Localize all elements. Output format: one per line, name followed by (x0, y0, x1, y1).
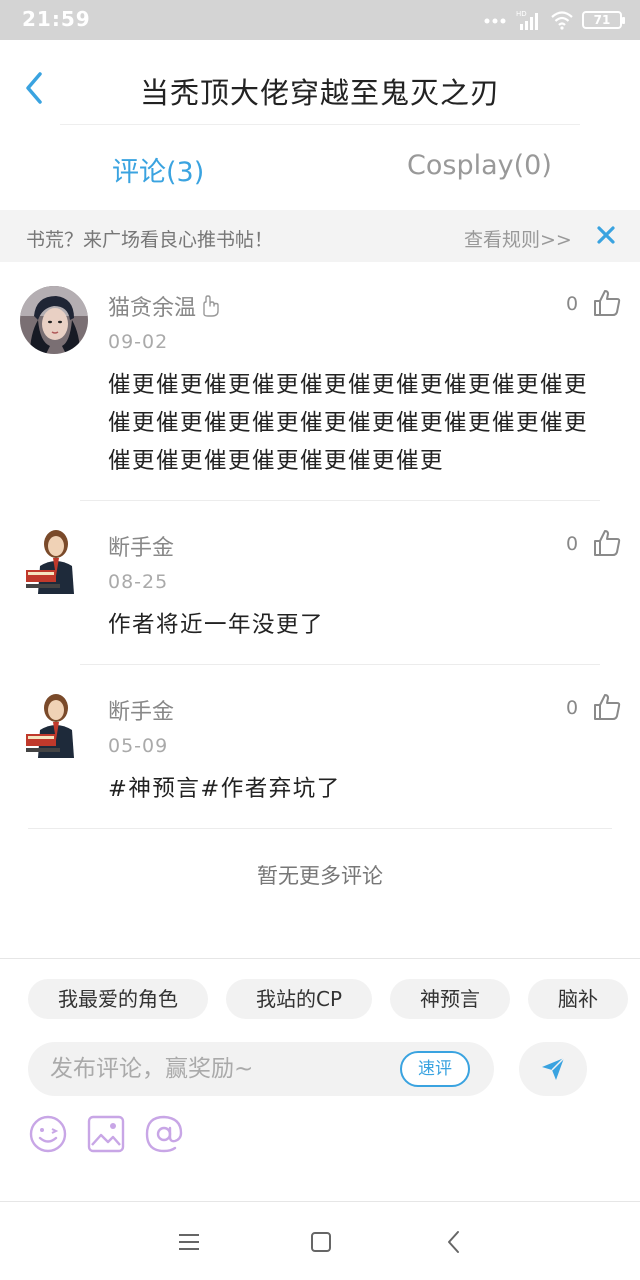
view-rules-link[interactable]: 查看规则>> (464, 225, 572, 252)
comment-text: 作者将近一年没更了 (108, 612, 325, 638)
send-icon (542, 1057, 565, 1080)
dots-icon (484, 18, 506, 24)
thumbs-up-icon (594, 290, 621, 316)
image-button[interactable] (86, 1114, 126, 1154)
menu-nav-button[interactable] (174, 1227, 204, 1257)
composer-tools (28, 1114, 184, 1154)
like-button[interactable] (592, 528, 622, 558)
comment-username[interactable]: 断手金 (108, 530, 174, 562)
emoji-button[interactable] (28, 1114, 68, 1154)
topic-tag[interactable]: 我站的CP (226, 979, 373, 1019)
comment-text: 催更催更催更催更催更催更催更催更催更催更催更催更催更催更催更催更催更催更催更催更… (108, 372, 589, 474)
tab-comments[interactable]: 评论(3) (112, 150, 204, 189)
status-time: 21:59 (22, 7, 91, 31)
back-arrow-icon (448, 1231, 459, 1253)
comment-username[interactable]: 猫贪余温 (108, 290, 222, 322)
tab-cosplay[interactable]: Cosplay(0) (407, 150, 552, 181)
page-title: 当秃顶大佬穿越至鬼灭之刃 (139, 76, 500, 110)
system-nav-bar (0, 1202, 640, 1280)
avatar-image (20, 286, 88, 354)
mention-button[interactable] (144, 1114, 184, 1154)
avatar-image (20, 690, 86, 758)
banner-close-button[interactable] (593, 222, 619, 248)
status-icons: HD 71 (484, 8, 625, 32)
emoji-icon (29, 1115, 67, 1153)
topic-tag[interactable]: 我最爱的角色 (28, 979, 208, 1019)
quick-review-button[interactable]: 速评 (400, 1051, 470, 1087)
wifi-icon (551, 11, 573, 30)
comment-input[interactable] (28, 1042, 398, 1096)
topic-tag[interactable]: 神预言 (390, 979, 511, 1019)
thumbs-up-icon (594, 694, 621, 720)
like-button[interactable] (592, 288, 622, 318)
status-bar: 21:59 HD 71 (0, 0, 640, 40)
promo-banner: 书荒？来广场看良心推书帖！ 查看规则>> (0, 210, 640, 262)
thumbs-up-icon (594, 530, 621, 556)
comment-divider (28, 828, 612, 829)
comment-date: 08-25 (108, 571, 169, 593)
avatar[interactable] (20, 286, 88, 354)
comment-text: #神预言#作者弃坑了 (108, 776, 341, 802)
comment-date: 05-09 (108, 735, 169, 757)
avatar[interactable] (20, 690, 86, 758)
comment-input-wrap: 速评 (28, 1042, 494, 1096)
home-square-icon (311, 1232, 331, 1252)
tab-bar: 评论(3) Cosplay(0) (0, 128, 640, 210)
menu-icon (179, 1234, 199, 1250)
topic-tag[interactable]: 脑补 (528, 979, 629, 1019)
avatar-image (20, 526, 86, 594)
like-count: 0 (566, 533, 579, 555)
hand-gesture-icon (203, 295, 219, 317)
comment-date: 09-02 (108, 331, 169, 353)
network-label: HD (516, 10, 527, 18)
like-button[interactable] (592, 692, 622, 722)
home-nav-button[interactable] (306, 1227, 336, 1257)
close-icon (597, 226, 615, 244)
topic-tags: 我最爱的角色 我站的CP 神预言 脑补 (28, 979, 629, 1019)
comment-divider (80, 500, 600, 501)
avatar[interactable] (20, 526, 86, 594)
back-nav-button[interactable] (440, 1227, 470, 1257)
comment-username[interactable]: 断手金 (108, 694, 174, 726)
username-text: 猫贪余温 (108, 296, 197, 321)
comment-composer: 我最爱的角色 我站的CP 神预言 脑补 速评 (0, 958, 640, 1202)
header: 当秃顶大佬穿越至鬼灭之刃 (0, 40, 640, 128)
comment-divider (80, 664, 600, 665)
like-count: 0 (566, 697, 579, 719)
image-icon (87, 1115, 125, 1153)
mention-icon (145, 1115, 183, 1153)
header-divider (60, 124, 580, 125)
like-count: 0 (566, 293, 579, 315)
banner-text: 书荒？来广场看良心推书帖！ (26, 229, 274, 251)
no-more-comments: 暂无更多评论 (257, 864, 383, 888)
send-button[interactable] (519, 1042, 587, 1096)
battery-icon: 71 (582, 11, 625, 29)
signal-icon: HD (516, 10, 538, 30)
